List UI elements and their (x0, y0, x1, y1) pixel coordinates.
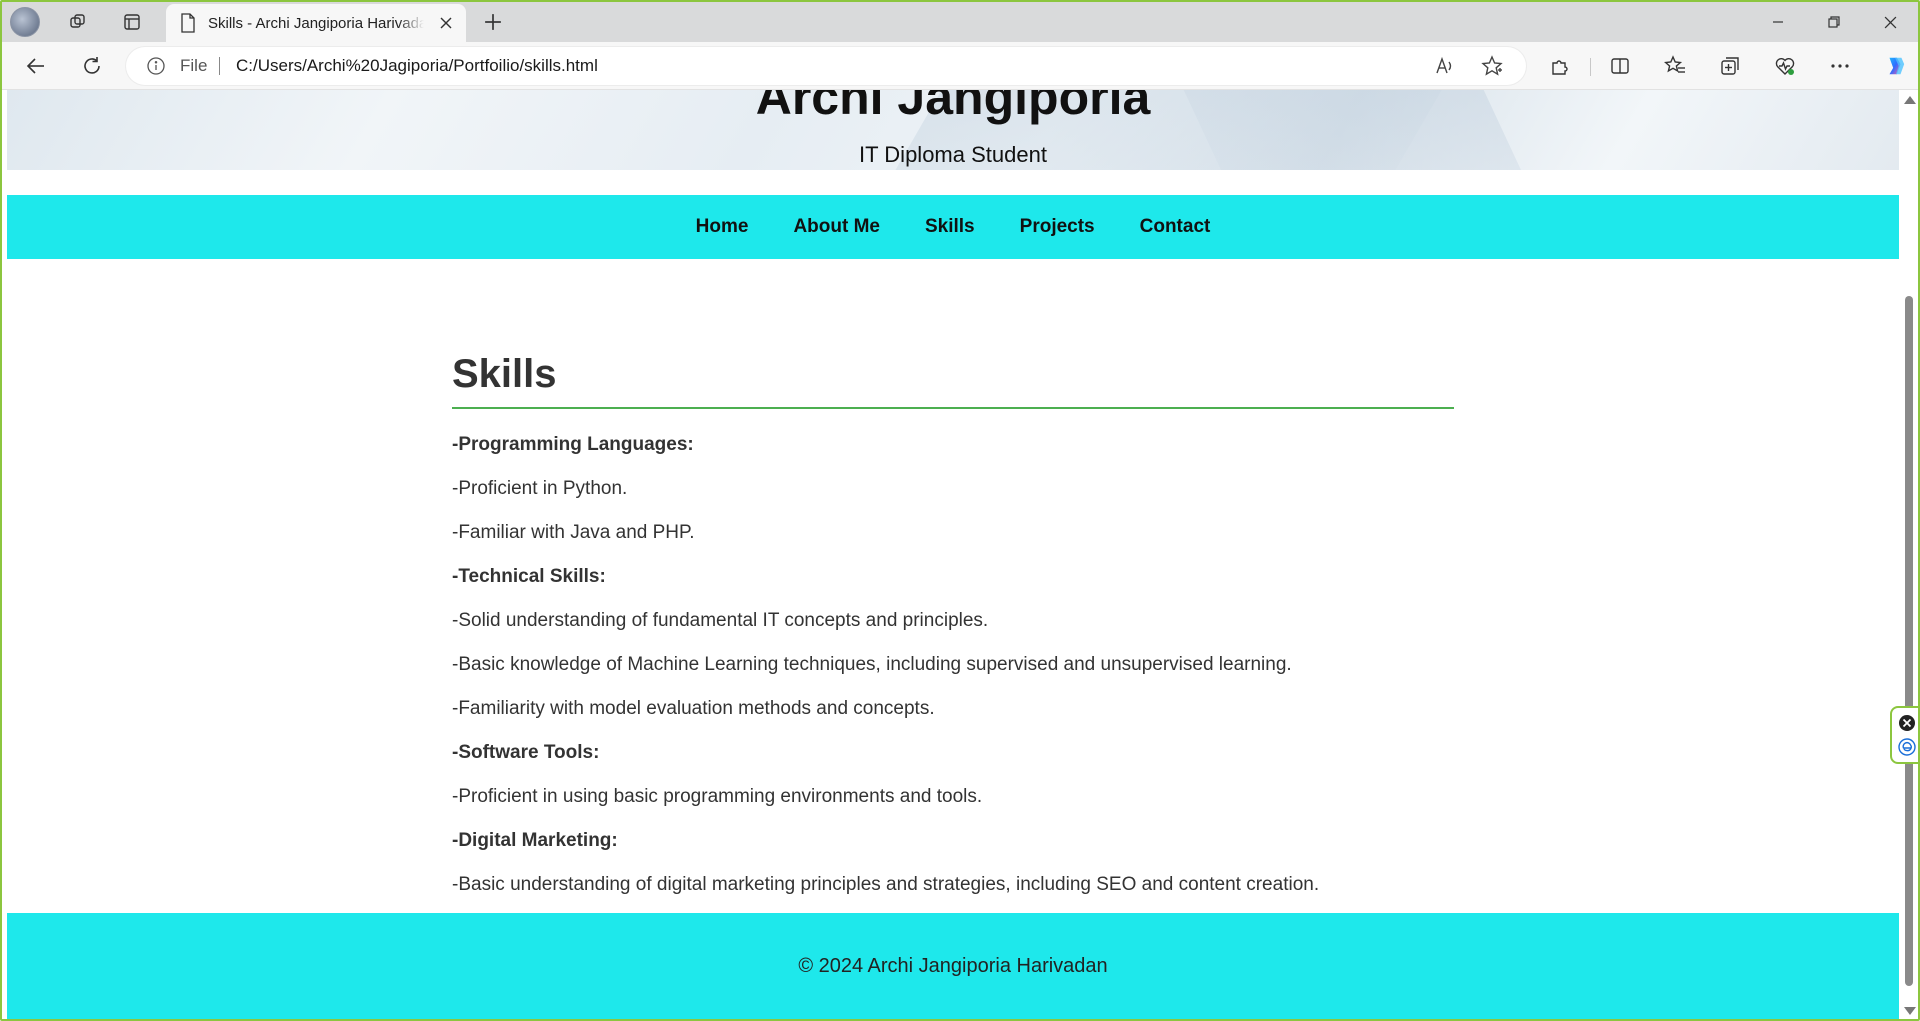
skill-item: -Solid understanding of fundamental IT c… (452, 610, 989, 631)
skill-item: -Basic understanding of digital marketin… (452, 874, 1320, 895)
skill-category: -Technical Skills: (452, 566, 606, 587)
tab-strip: Skills - Archi Jangiporia Harivadan (2, 2, 1918, 42)
nav-skills[interactable]: Skills (925, 216, 975, 238)
skills-section: Skills -Programming Languages: -Proficien… (452, 352, 1454, 907)
split-screen-icon[interactable] (1602, 50, 1638, 82)
address-separator (219, 57, 220, 75)
nav-about-me[interactable]: About Me (793, 216, 880, 238)
address-scheme-label: File (180, 56, 208, 75)
toolbar-divider (1590, 58, 1591, 76)
footer-copyright: © 2024 Archi Jangiporia Harivadan (798, 954, 1108, 977)
header-banner: Archi Jangiporia IT Diploma Student (7, 90, 1899, 170)
skill-item: -Familiar with Java and PHP. (452, 522, 695, 543)
read-aloud-icon[interactable] (1434, 55, 1456, 77)
skill-item: -Proficient in using basic programming e… (452, 786, 983, 807)
skill-category: -Software Tools: (452, 742, 600, 763)
skill-item: -Proficient in Python. (452, 478, 628, 499)
page-viewport: Archi Jangiporia IT Diploma Student Home… (4, 90, 1900, 1019)
heart-pulse-icon[interactable] (1767, 50, 1803, 82)
nav-contact[interactable]: Contact (1140, 216, 1211, 238)
browser-toolbar: File C:/Users/Archi%20Jagiporia/Portfoil… (2, 42, 1918, 90)
site-title: Archi Jangiporia (755, 90, 1151, 125)
skill-item: -Basic knowledge of Machine Learning tec… (452, 654, 1292, 675)
refresh-icon[interactable] (74, 50, 110, 82)
info-icon[interactable] (146, 56, 166, 76)
tab-title: Skills - Archi Jangiporia Harivadan (208, 14, 424, 32)
close-window-icon[interactable] (1862, 2, 1918, 42)
close-circle-icon[interactable] (1898, 714, 1916, 732)
scroll-up-arrow-icon[interactable] (1904, 96, 1916, 104)
skill-category: -Programming Languages: (452, 434, 694, 455)
minimize-icon[interactable] (1750, 2, 1806, 42)
tab-skills[interactable]: Skills - Archi Jangiporia Harivadan (166, 4, 466, 42)
skills-list: -Programming Languages: -Proficient in Py… (452, 423, 1454, 907)
restore-icon[interactable] (1806, 2, 1862, 42)
skill-category: -Digital Marketing: (452, 830, 618, 851)
close-icon[interactable] (436, 13, 456, 33)
profile-avatar[interactable] (10, 7, 40, 37)
page-scrollbar[interactable] (1900, 90, 1918, 1019)
puzzle-icon[interactable] (1542, 50, 1578, 82)
star-icon[interactable] (1481, 55, 1503, 77)
more-dots-icon[interactable] (1822, 50, 1858, 82)
nav-home[interactable]: Home (696, 216, 749, 238)
main-nav: Home About Me Skills Projects Contact (7, 195, 1899, 259)
copilot-icon[interactable] (1877, 50, 1913, 82)
vertical-tabs-icon[interactable] (114, 6, 150, 38)
site-subtitle: IT Diploma Student (859, 142, 1047, 167)
address-url[interactable]: C:/Users/Archi%20Jagiporia/Portfoilio/sk… (236, 56, 598, 76)
address-bar[interactable]: File C:/Users/Archi%20Jagiporia/Portfoil… (126, 47, 1526, 85)
collections-icon[interactable] (1712, 50, 1748, 82)
page-footer: © 2024 Archi Jangiporia Harivadan (7, 913, 1899, 1019)
plus-icon[interactable] (476, 6, 510, 38)
scroll-thumb[interactable] (1905, 296, 1913, 986)
skill-item: -Familiarity with model evaluation metho… (452, 698, 935, 719)
skills-heading: Skills (452, 352, 1454, 409)
page-icon (181, 13, 195, 33)
nav-projects[interactable]: Projects (1020, 216, 1095, 238)
workspaces-icon[interactable] (60, 6, 96, 38)
browser-window: Skills - Archi Jangiporia Harivadan File (0, 0, 1920, 1021)
side-floating-widget (1890, 706, 1918, 764)
scroll-down-arrow-icon[interactable] (1904, 1007, 1916, 1015)
favorites-icon[interactable] (1657, 50, 1693, 82)
edge-e-icon[interactable] (1898, 738, 1916, 756)
back-arrow-icon[interactable] (18, 50, 54, 82)
